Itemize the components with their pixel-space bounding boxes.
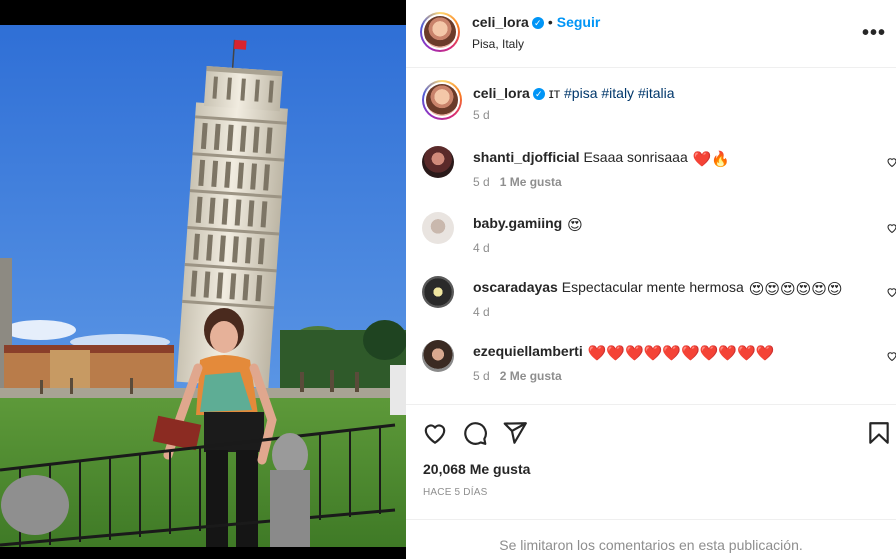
author-username[interactable]: celi_lora (472, 14, 529, 30)
caption-row: celi_lora ✓ ɪᴛ #pisa #italy #italia 5 d (422, 80, 882, 124)
comment-like-heart-icon[interactable] (886, 286, 896, 298)
author-line: celi_lora ✓ • Seguir (472, 14, 600, 32)
comment-like-heart-icon[interactable] (886, 350, 896, 362)
hashtag-italy[interactable]: #italy (601, 85, 634, 101)
hashtag-italia[interactable]: #italia (638, 85, 675, 101)
bookmark-icon[interactable] (866, 420, 892, 446)
heart-icon[interactable] (422, 420, 448, 446)
comment-likes[interactable]: 2 Me gusta (500, 369, 562, 383)
comments-limited-notice: Se limitaron los comentarios en esta pub… (499, 537, 803, 553)
comment-item: ezequiellamberti ❤️❤️❤️❤️❤️❤️❤️❤️❤️❤️ 5 … (422, 340, 896, 384)
comment-time[interactable]: 4 d (473, 241, 490, 255)
verified-badge-icon: ✓ (532, 88, 545, 100)
comment-username[interactable]: ezequiellamberti (473, 343, 583, 359)
post-location[interactable]: Pisa, Italy (472, 37, 524, 51)
commenter-avatar[interactable] (422, 146, 454, 178)
commenter-avatar[interactable] (422, 340, 454, 372)
caption-prefix: ɪᴛ (548, 85, 561, 101)
comment-item: shanti_djofficial Esaaa sonrisaaa ❤️🔥 5 … (422, 146, 896, 190)
comment-time[interactable]: 5 d (473, 175, 490, 189)
post-header: celi_lora ✓ • Seguir Pisa, Italy ••• (406, 0, 896, 68)
post-details-panel: celi_lora ✓ • Seguir Pisa, Italy ••• celi_l… (406, 0, 896, 559)
comment-item: oscaradayas Espectacular mente hermosa 😍… (422, 276, 896, 320)
comment-likes[interactable]: 1 Me gusta (500, 175, 562, 189)
verified-badge-icon: ✓ (531, 17, 544, 29)
comment-emojis: ❤️❤️❤️❤️❤️❤️❤️❤️❤️❤️ (587, 345, 775, 362)
caption-text: celi_lora ✓ ɪᴛ #pisa #italy #italia (473, 84, 853, 102)
share-icon[interactable] (502, 420, 528, 446)
hashtag-pisa[interactable]: #pisa (564, 85, 597, 101)
comment-emojis: ❤️🔥 (692, 151, 731, 168)
comment-like-heart-icon[interactable] (886, 156, 896, 168)
comment-like-heart-icon[interactable] (886, 222, 896, 234)
comment-icon[interactable] (462, 420, 488, 446)
follow-button[interactable]: Seguir (557, 14, 601, 30)
caption-username[interactable]: celi_lora (473, 85, 530, 101)
comment-item: baby.gamiing 😍 4 d (422, 212, 896, 256)
leaning-tower-photo (0, 0, 406, 559)
comment-username[interactable]: baby.gamiing (473, 215, 562, 231)
comment-text: Esaaa sonrisaaa (583, 149, 688, 165)
comment-emojis: 😍 (567, 217, 583, 234)
more-options-icon[interactable]: ••• (862, 22, 886, 45)
post-photo[interactable] (0, 0, 406, 559)
post-time-ago[interactable]: HACE 5 DÍAS (423, 487, 487, 498)
comment-username[interactable]: shanti_djofficial (473, 149, 580, 165)
separator-dot: • (547, 14, 553, 30)
commenter-avatar[interactable] (422, 212, 454, 244)
comment-username[interactable]: oscaradayas (473, 279, 558, 295)
likes-count[interactable]: 20,068 Me gusta (423, 461, 530, 477)
comments-list: celi_lora ✓ ɪᴛ #pisa #italy #italia 5 d s… (406, 68, 896, 404)
caption-author-avatar[interactable] (422, 80, 462, 120)
post-actions: 20,068 Me gusta HACE 5 DÍAS (406, 404, 896, 520)
comment-time[interactable]: 4 d (473, 305, 490, 319)
comment-emojis: 😍😍😍😍😍😍 (748, 281, 843, 298)
author-avatar[interactable] (420, 12, 460, 52)
comment-text: Espectacular mente hermosa (561, 279, 744, 295)
comment-time[interactable]: 5 d (473, 369, 490, 383)
caption-time[interactable]: 5 d (473, 108, 853, 122)
commenter-avatar[interactable] (422, 276, 454, 308)
